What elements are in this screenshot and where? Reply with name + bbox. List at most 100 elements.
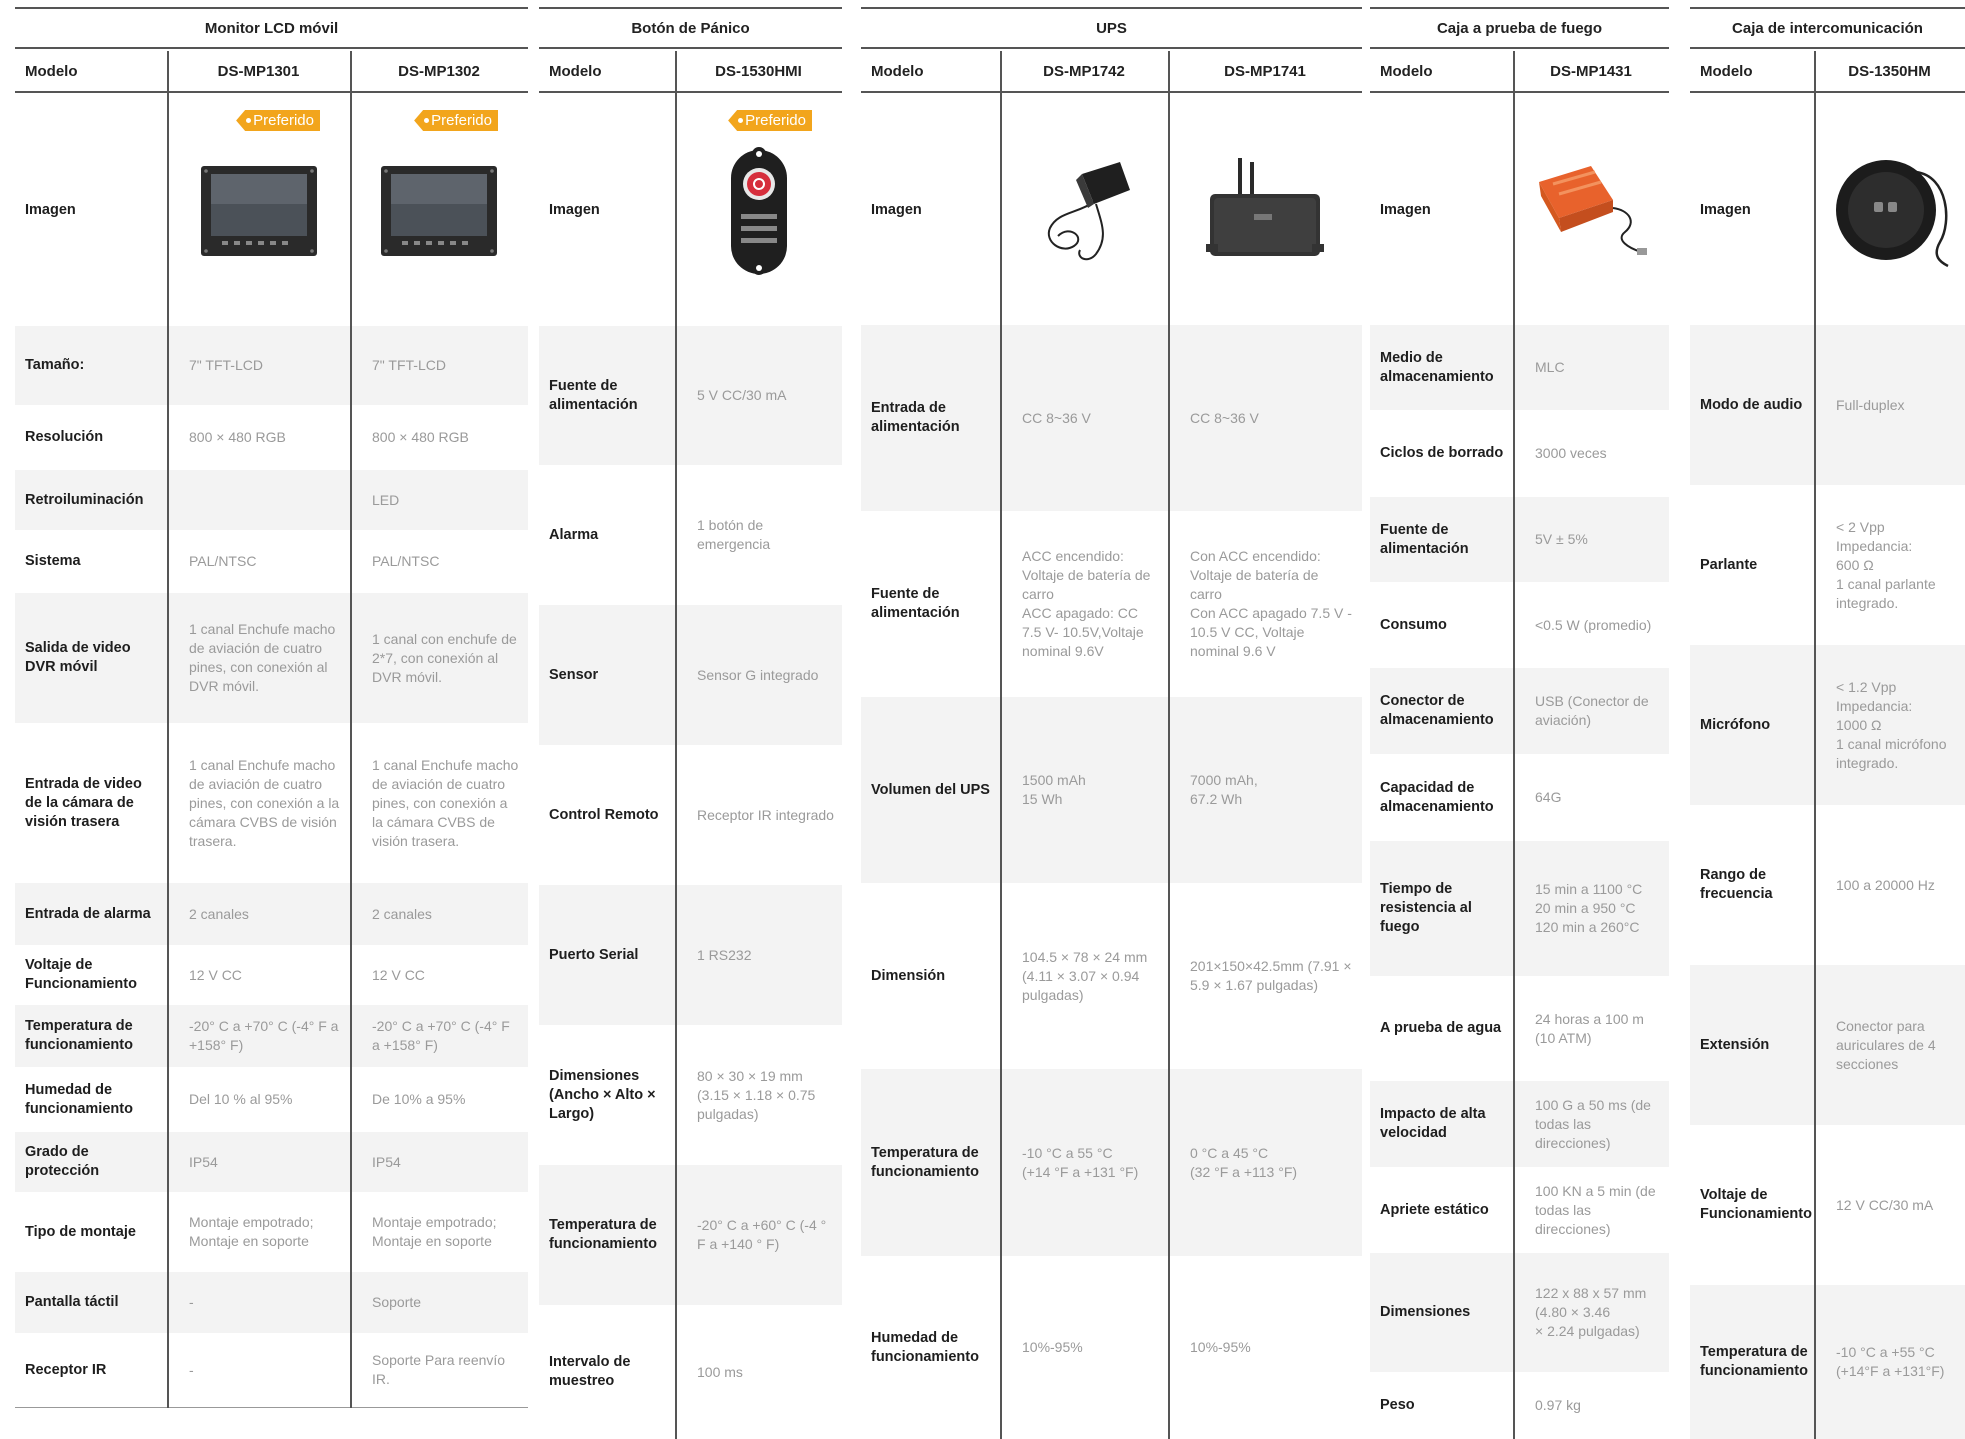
image-row: Imagen Preferido: [539, 95, 842, 326]
intercom-image: [1835, 160, 1949, 268]
spec-value: Soporte: [372, 1294, 422, 1310]
spec-row: Volumen del UPS 1500 mAh 15 Wh 7000 mAh, 6…: [861, 697, 1362, 883]
image-label: Imagen: [1700, 201, 1751, 218]
model-name: DS-MP1741: [1224, 62, 1306, 80]
spec-label: Dimensión: [871, 967, 946, 984]
spec-value: 0.97 kg: [1535, 1397, 1581, 1413]
spec-value: -10 °C a 55 °C (+14 °F a +131 °F): [1022, 1144, 1139, 1180]
product-image-cell: [1168, 95, 1362, 325]
spec-value: 800 × 480 RGB: [189, 429, 286, 445]
spec-label: Voltaje de Funcionamiento: [1700, 1187, 1812, 1222]
model-header-label: Modelo: [25, 62, 78, 80]
column-divider: [1168, 51, 1170, 1439]
spec-label: Tipo de montaje: [25, 1223, 136, 1240]
table-title: Botón de Pánico: [539, 7, 842, 49]
spec-value: De 10% a 95%: [372, 1091, 466, 1107]
spec-value: 1 RS232: [697, 946, 752, 963]
product-image-cell: Preferido: [167, 95, 350, 326]
spec-value: Del 10 % al 95%: [189, 1091, 293, 1107]
spec-row: Sistema PAL/NTSC PAL/NTSC: [15, 530, 528, 593]
spec-row: Voltaje de Funcionamiento 12 V CC/30 mA: [1690, 1125, 1965, 1285]
spec-row: Fuente de alimentación 5V ± 5%: [1370, 497, 1669, 582]
spec-row: Entrada de alimentación CC 8~36 V CC 8~36 …: [861, 325, 1362, 511]
spec-value: USB (Conector de aviación): [1535, 693, 1649, 728]
spec-label: Temperatura de funcionamiento: [549, 1217, 657, 1252]
spec-value: 7000 mAh, 67.2 Wh: [1190, 772, 1258, 807]
spec-value: < 2 Vpp Impedancia: 600 Ω 1 canal parlan…: [1836, 518, 1936, 611]
spec-row: Retroiluminación LED: [15, 470, 528, 530]
spec-label: Capacidad de almacenamiento: [1380, 779, 1494, 815]
spec-row: Puerto Serial 1 RS232: [539, 885, 842, 1025]
spec-label: Impacto de alta velocidad: [1380, 1106, 1486, 1141]
spec-label: Dimensiones (Ancho × Alto × Largo): [549, 1067, 656, 1122]
column-divider: [1513, 51, 1515, 1439]
spec-row: Entrada de video de la cámara de visión …: [15, 723, 528, 883]
firebox-spec-table: Caja a prueba de fuego Modelo DS-MP1431 Ima…: [1370, 0, 1669, 1439]
spec-label: Apriete estático: [1380, 1201, 1489, 1218]
spec-row: Consumo <0.5 W (promedio): [1370, 582, 1669, 668]
preferred-badge: Preferido: [728, 110, 812, 131]
spec-row: Modo de audio Full-duplex: [1690, 325, 1965, 485]
spec-value: MLC: [1535, 359, 1565, 375]
spec-row: Receptor IR - Soporte Para reenvío IR.: [15, 1333, 528, 1408]
spec-label: Medio de almacenamiento: [1380, 349, 1494, 385]
spec-label: Alarma: [549, 526, 599, 543]
lcd-monitor-image: [200, 165, 317, 256]
spec-value: Receptor IR integrado: [697, 806, 834, 823]
ups-spec-table: UPS Modelo DS-MP1742 DS-MP1741 Imagen Entrad…: [861, 0, 1362, 1439]
spec-label: Humedad de funcionamiento: [25, 1081, 133, 1117]
spec-label: Fuente de alimentación: [871, 586, 960, 621]
header-row: Modelo DS-1350HM: [1690, 51, 1965, 93]
spec-label: Conector de almacenamiento: [1380, 693, 1494, 728]
spec-row: Tiempo de resistencia al fuego 15 min a 1…: [1370, 841, 1669, 976]
spec-label: Retroiluminación: [25, 491, 144, 508]
spec-value: -10 °C a +55 °C (+14°F a +131°F): [1836, 1344, 1945, 1379]
spec-label: Entrada de alimentación: [871, 400, 960, 435]
spec-value: CC 8~36 V: [1190, 409, 1259, 426]
spec-label: Temperatura de funcionamiento: [1700, 1344, 1808, 1379]
spec-row: Control Remoto Receptor IR integrado: [539, 745, 842, 885]
image-row: Imagen: [1690, 95, 1965, 325]
spec-label: Control Remoto: [549, 806, 659, 823]
spec-row: Tamaño: 7" TFT-LCD 7" TFT-LCD: [15, 326, 528, 405]
spec-value: -: [189, 1294, 194, 1310]
spec-row: Humedad de funcionamiento Del 10 % al 95%…: [15, 1067, 528, 1132]
spec-row: Capacidad de almacenamiento 64G: [1370, 754, 1669, 841]
spec-row: Sensor Sensor G integrado: [539, 605, 842, 745]
spec-value: Soporte Para reenvío IR.: [372, 1352, 506, 1387]
spec-value: IP54: [372, 1153, 401, 1170]
image-label: Imagen: [871, 201, 922, 218]
column-divider: [1000, 51, 1002, 1439]
product-image-cell: Preferido: [675, 95, 842, 326]
product-image-cell: [1814, 95, 1965, 325]
spec-label: Receptor IR: [25, 1361, 107, 1378]
spec-label: Entrada de alarma: [25, 905, 151, 922]
spec-value: CC 8~36 V: [1022, 409, 1091, 426]
image-row: Imagen Preferido Preferido: [15, 95, 528, 326]
spec-value: 24 horas a 100 m (10 ATM): [1535, 1010, 1644, 1046]
spec-value: 7" TFT-LCD: [189, 357, 263, 373]
table-title: Caja a prueba de fuego: [1370, 7, 1669, 49]
spec-row: Pantalla táctil - Soporte: [15, 1272, 528, 1333]
lcd-monitor-image: [381, 165, 497, 256]
spec-value: 800 × 480 RGB: [372, 429, 469, 445]
spec-label: Tiempo de resistencia al fuego: [1380, 881, 1472, 935]
spec-value: -: [189, 1361, 194, 1378]
spec-value: 122 x 88 x 57 mm (4.80 × 3.46 × 2.24 pul…: [1535, 1285, 1647, 1339]
spec-row: Voltaje de Funcionamiento 12 V CC 12 V CC: [15, 945, 528, 1005]
product-image-cell: Preferido: [350, 95, 528, 326]
spec-row: Peso 0.97 kg: [1370, 1372, 1669, 1439]
spec-label: Volumen del UPS: [871, 781, 990, 798]
header-row: Modelo DS-MP1301 DS-MP1302: [15, 51, 528, 93]
spec-row: Tipo de montaje Montaje empotrado; Montaj…: [15, 1192, 528, 1272]
spec-row: Fuente de alimentación ACC encendido: Vol…: [861, 511, 1362, 697]
model-header-label: Modelo: [549, 62, 602, 80]
image-label: Imagen: [1380, 201, 1431, 218]
spec-label: Humedad de funcionamiento: [871, 1329, 979, 1365]
spec-row: Temperatura de funcionamiento -20° C a +7…: [15, 1005, 528, 1067]
spec-value: 80 × 30 × 19 mm (3.15 × 1.18 × 0.75 pulg…: [697, 1067, 816, 1122]
spec-row: Fuente de alimentación 5 V CC/30 mA: [539, 326, 842, 465]
header-row: Modelo DS-MP1742 DS-MP1741: [861, 51, 1362, 93]
image-label: Imagen: [25, 202, 76, 218]
spec-value: Sensor G integrado: [697, 666, 819, 683]
